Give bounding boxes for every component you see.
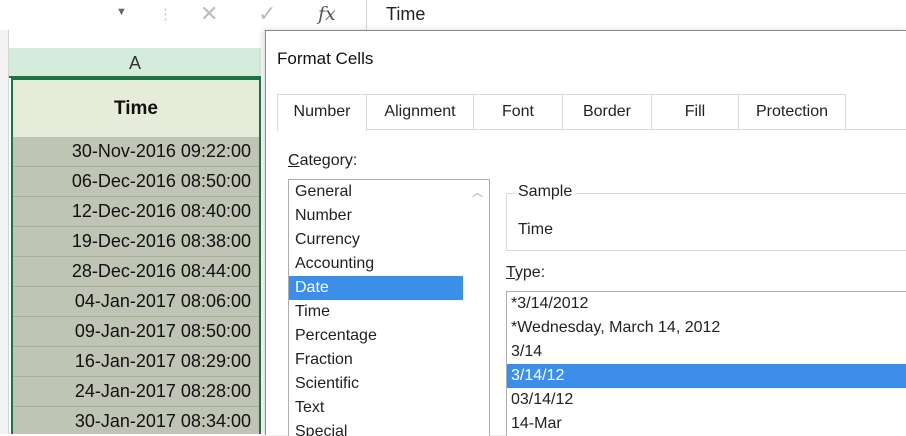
- cancel-icon[interactable]: ✕: [200, 1, 218, 27]
- table-row[interactable]: 16-Jan-2017 08:29:00: [13, 347, 259, 377]
- category-list[interactable]: General Number Currency Accounting Date Time P…: [288, 179, 490, 436]
- category-scrollbar[interactable]: ︿: [465, 180, 489, 436]
- column-header-a[interactable]: A: [9, 48, 261, 78]
- category-item-currency[interactable]: Currency: [289, 228, 489, 252]
- type-item[interactable]: 03/14/12: [507, 388, 906, 412]
- format-cells-dialog: Format Cells Number Alignment Font Borde…: [265, 30, 906, 436]
- category-label: Category:: [288, 152, 357, 170]
- formula-bar-divider: [366, 0, 367, 30]
- type-item[interactable]: 3/14/12: [507, 364, 906, 388]
- table-row[interactable]: 19-Dec-2016 08:38:00: [13, 227, 259, 257]
- type-label-text: ype:: [514, 264, 546, 281]
- tab-protection[interactable]: Protection: [738, 94, 846, 129]
- row-header-gutter: [0, 30, 9, 434]
- sample-group: [506, 193, 906, 251]
- scroll-up-icon[interactable]: ︿: [472, 184, 483, 200]
- tab-number[interactable]: Number: [277, 94, 367, 131]
- table-row[interactable]: 24-Jan-2017 08:28:00: [13, 377, 259, 407]
- table-row[interactable]: 06-Dec-2016 08:50:00: [13, 167, 259, 197]
- tab-border[interactable]: Border: [562, 94, 652, 129]
- category-item-number[interactable]: Number: [289, 204, 489, 228]
- dialog-title: Format Cells: [277, 49, 374, 68]
- category-item-accounting[interactable]: Accounting: [289, 252, 489, 276]
- category-item-scientific[interactable]: Scientific: [289, 372, 489, 396]
- category-items: General Number Currency Accounting Date Time P…: [289, 180, 489, 436]
- caret-down-icon[interactable]: ▼: [116, 6, 127, 18]
- formula-bar: ▼ ⋮ ✕ ✓ fx Time: [0, 0, 906, 31]
- type-item[interactable]: *Wednesday, March 14, 2012: [507, 316, 906, 340]
- category-item-date[interactable]: Date: [289, 276, 463, 300]
- worksheet-grid: A Time 30-Nov-2016 09:22:00 06-Dec-2016 0…: [0, 30, 264, 434]
- formula-input[interactable]: Time: [386, 4, 425, 25]
- table-row[interactable]: 28-Dec-2016 08:44:00: [13, 257, 259, 287]
- cell-a1[interactable]: Time: [11, 78, 261, 139]
- category-item-general[interactable]: General: [289, 180, 489, 204]
- tab-font[interactable]: Font: [473, 94, 563, 129]
- type-item[interactable]: 3/14: [507, 340, 906, 364]
- category-item-fraction[interactable]: Fraction: [289, 348, 489, 372]
- table-row[interactable]: 09-Jan-2017 08:50:00: [13, 317, 259, 347]
- type-item[interactable]: 14-Mar: [507, 412, 906, 436]
- table-row[interactable]: 12-Dec-2016 08:40:00: [13, 197, 259, 227]
- formula-bar-grip: ⋮: [158, 6, 173, 23]
- tab-alignment[interactable]: Alignment: [366, 94, 474, 129]
- type-label: Type:: [506, 264, 545, 282]
- type-list[interactable]: *3/14/2012 *Wednesday, March 14, 2012 3/14…: [506, 291, 906, 436]
- category-item-text[interactable]: Text: [289, 396, 489, 420]
- tab-fill[interactable]: Fill: [651, 94, 739, 129]
- category-label-text: ategory:: [299, 152, 358, 169]
- enter-icon[interactable]: ✓: [258, 1, 276, 27]
- table-row[interactable]: 04-Jan-2017 08:06:00: [13, 287, 259, 317]
- category-item-time[interactable]: Time: [289, 300, 489, 324]
- sample-value: Time: [518, 221, 553, 238]
- category-label-accelerator: C: [288, 152, 300, 169]
- table-row[interactable]: 30-Nov-2016 09:22:00: [13, 137, 259, 167]
- selected-range: 30-Nov-2016 09:22:00 06-Dec-2016 08:50:00…: [11, 137, 261, 434]
- type-label-accelerator: T: [506, 264, 515, 281]
- insert-function-icon[interactable]: fx: [318, 3, 336, 25]
- table-row[interactable]: 30-Jan-2017 08:34:00: [13, 407, 259, 434]
- category-item-percentage[interactable]: Percentage: [289, 324, 489, 348]
- dialog-tabs: Number Alignment Font Border Fill Protec…: [277, 94, 906, 131]
- tab-strip-divider: [277, 129, 906, 130]
- type-item[interactable]: *3/14/2012: [507, 292, 906, 316]
- sample-label: Sample: [514, 183, 577, 201]
- name-box[interactable]: ▼: [0, 0, 140, 30]
